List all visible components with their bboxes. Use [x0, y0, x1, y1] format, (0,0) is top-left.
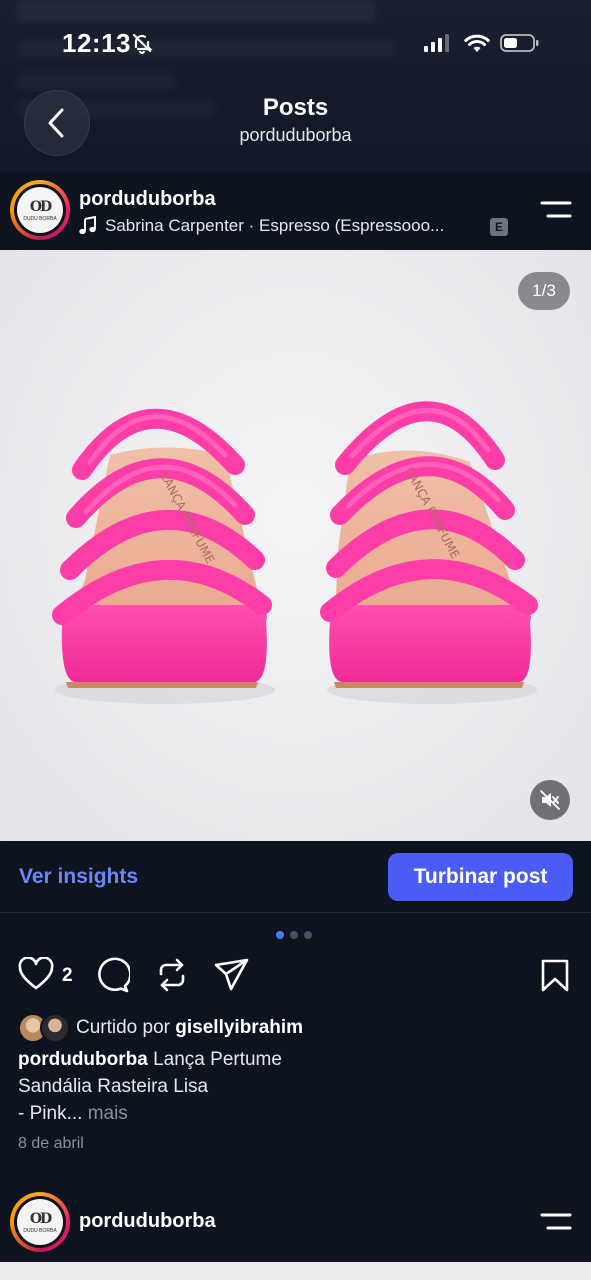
view-insights-link[interactable]: Ver insights: [19, 865, 138, 889]
post-image[interactable]: LANÇA PERFUME LANÇA PERFUME: [0, 250, 591, 841]
repost-icon[interactable]: [154, 957, 190, 993]
image-counter: 1/3: [518, 272, 570, 310]
carousel-dot: [304, 931, 312, 939]
liked-by-user[interactable]: gisellyibrahim: [175, 1017, 303, 1038]
insights-row: Ver insights Turbinar post: [0, 841, 591, 913]
next-post-header: OD DUDU BORBA porduduborba: [0, 1192, 591, 1262]
caption-line-3: - Pink...: [18, 1103, 83, 1124]
mute-button[interactable]: [530, 780, 570, 820]
share-icon[interactable]: [214, 957, 250, 993]
avatar-logo: OD: [29, 198, 52, 215]
explicit-badge: E: [490, 218, 508, 236]
liked-by-text: Curtido por gisellyibrahim: [76, 1017, 303, 1039]
post-date: 8 de abril: [18, 1135, 84, 1152]
page-title: Posts: [262, 94, 329, 121]
carousel-dots: [276, 931, 312, 939]
music-note-icon: [79, 216, 96, 235]
menu-icon[interactable]: [540, 200, 572, 220]
boost-post-button[interactable]: Turbinar post: [388, 853, 573, 901]
music-text: Sabrina Carpenter · Espresso (Espressooo…: [105, 216, 445, 235]
next-post-avatar[interactable]: OD DUDU BORBA: [10, 1192, 70, 1252]
next-post-username[interactable]: porduduborba: [79, 1210, 216, 1233]
like-count[interactable]: 2: [62, 965, 73, 987]
bookmark-icon[interactable]: [540, 959, 570, 993]
avatar-caption: DUDU BORBA: [23, 1227, 57, 1234]
music-label[interactable]: Sabrina Carpenter · Espresso (Espressooo…: [79, 216, 489, 236]
comment-icon[interactable]: [94, 957, 130, 993]
carousel-dot: [276, 931, 284, 939]
caption-more-link[interactable]: mais: [88, 1103, 128, 1124]
bell-off-icon: [132, 33, 153, 54]
caption-line-1: Lança Pertume: [153, 1049, 282, 1070]
cellular-signal-icon: [424, 34, 449, 52]
liker-avatar: [40, 1013, 70, 1043]
speaker-muted-icon: [540, 790, 560, 810]
top-bar: 12:13 Posts porduduborba: [0, 0, 591, 172]
post-username[interactable]: porduduborba: [79, 188, 216, 211]
battery-icon: [500, 34, 539, 52]
next-post-image[interactable]: [0, 1262, 591, 1280]
post-caption: porduduborba Lança Pertume Sandália Rast…: [18, 1046, 558, 1127]
page-subtitle: porduduborba: [239, 125, 352, 145]
liked-by-prefix: Curtido por: [76, 1017, 170, 1038]
avatar-logo: OD: [29, 1210, 52, 1227]
carousel-dot: [290, 931, 298, 939]
caption-line-2: Sandália Rasteira Lisa: [18, 1076, 209, 1097]
menu-icon[interactable]: [540, 1212, 572, 1232]
liked-by-row[interactable]: Curtido por gisellyibrahim: [18, 1013, 303, 1043]
liker-avatars: [18, 1013, 72, 1043]
status-time: 12:13: [62, 28, 131, 58]
heart-icon[interactable]: [18, 957, 54, 991]
action-bar: 2: [0, 955, 591, 999]
wifi-icon: [464, 34, 490, 52]
avatar-caption: DUDU BORBA: [23, 215, 57, 222]
pink-sandals-image: LANÇA PERFUME LANÇA PERFUME: [52, 401, 538, 704]
caption-username[interactable]: porduduborba: [18, 1049, 148, 1070]
post-header: OD DUDU BORBA porduduborba Sabrina Carpe…: [0, 172, 591, 250]
avatar[interactable]: OD DUDU BORBA: [10, 180, 70, 240]
